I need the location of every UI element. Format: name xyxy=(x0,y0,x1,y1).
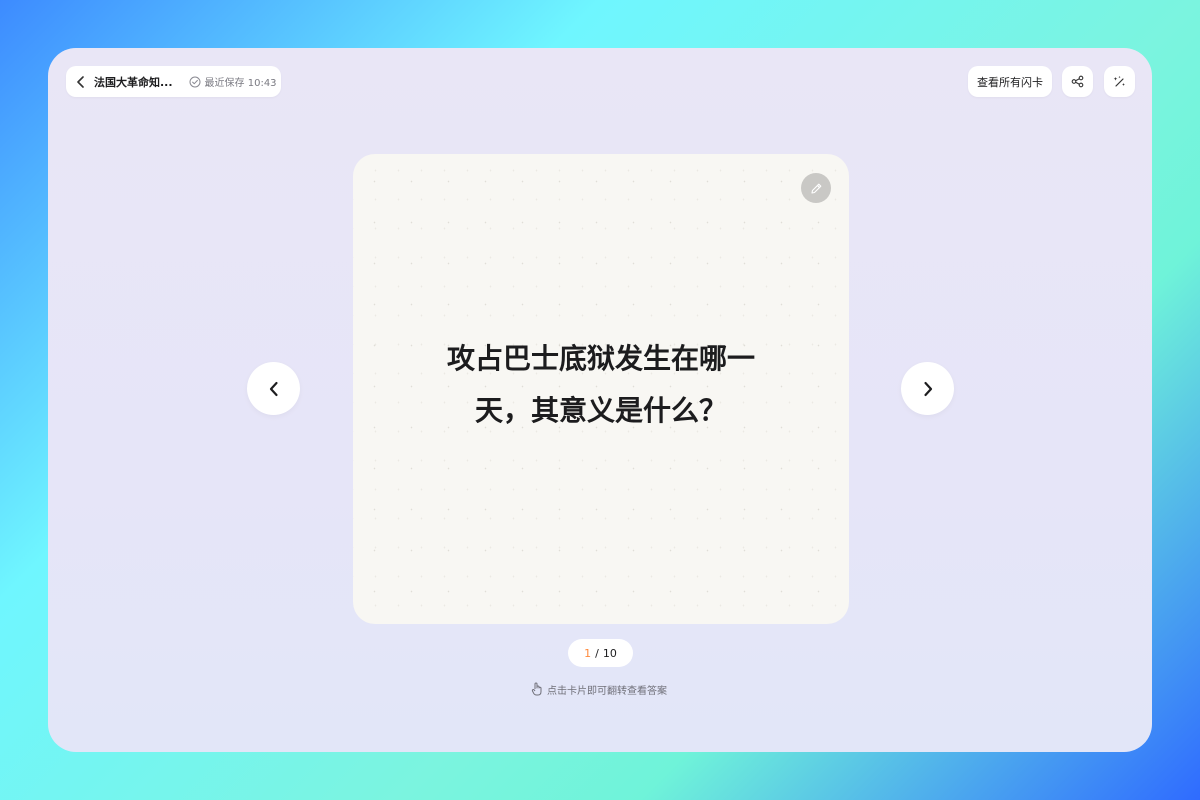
card-question-line-2: 天，其意义是什么？ xyxy=(474,394,727,427)
pencil-icon xyxy=(810,183,821,194)
share-icon xyxy=(1071,75,1084,88)
edit-card-button[interactable] xyxy=(801,173,831,203)
card-counter: 1 / 10 xyxy=(568,639,633,667)
previous-card-button[interactable] xyxy=(247,362,300,415)
app-frame: 法国大革命知... 最近保存 10:43 查看所有闪卡 攻占巴士底狱发生在哪一 … xyxy=(48,48,1152,752)
save-status: 最近保存 10:43 xyxy=(204,78,277,89)
back-button[interactable] xyxy=(76,73,86,91)
check-circle-icon xyxy=(189,76,201,88)
title-bar: 法国大革命知... 最近保存 10:43 xyxy=(66,66,281,97)
flashcard[interactable]: 攻占巴士底狱发生在哪一 天，其意义是什么？ xyxy=(353,154,849,624)
magic-wand-icon xyxy=(1113,75,1125,87)
share-button[interactable] xyxy=(1062,66,1093,97)
view-all-flashcards-button[interactable]: 查看所有闪卡 xyxy=(968,66,1052,97)
hand-pointer-icon xyxy=(530,682,543,696)
flip-hint-text: 点击卡片即可翻转查看答案 xyxy=(547,685,667,697)
card-question-line-1: 攻占巴士底狱发生在哪一 xyxy=(446,342,755,375)
total-card-count: 10 xyxy=(602,646,617,660)
counter-separator: / xyxy=(595,646,599,660)
next-card-button[interactable] xyxy=(901,362,954,415)
chevron-left-icon xyxy=(77,75,84,88)
current-card-number: 1 xyxy=(584,646,592,660)
chevron-right-icon xyxy=(923,381,932,396)
deck-title[interactable]: 法国大革命知... xyxy=(94,74,173,90)
chevron-left-icon xyxy=(269,381,278,396)
flip-hint: 点击卡片即可翻转查看答案 xyxy=(530,681,667,697)
magic-button[interactable] xyxy=(1104,66,1135,97)
card-question: 攻占巴士底狱发生在哪一 天，其意义是什么？ xyxy=(401,342,801,428)
